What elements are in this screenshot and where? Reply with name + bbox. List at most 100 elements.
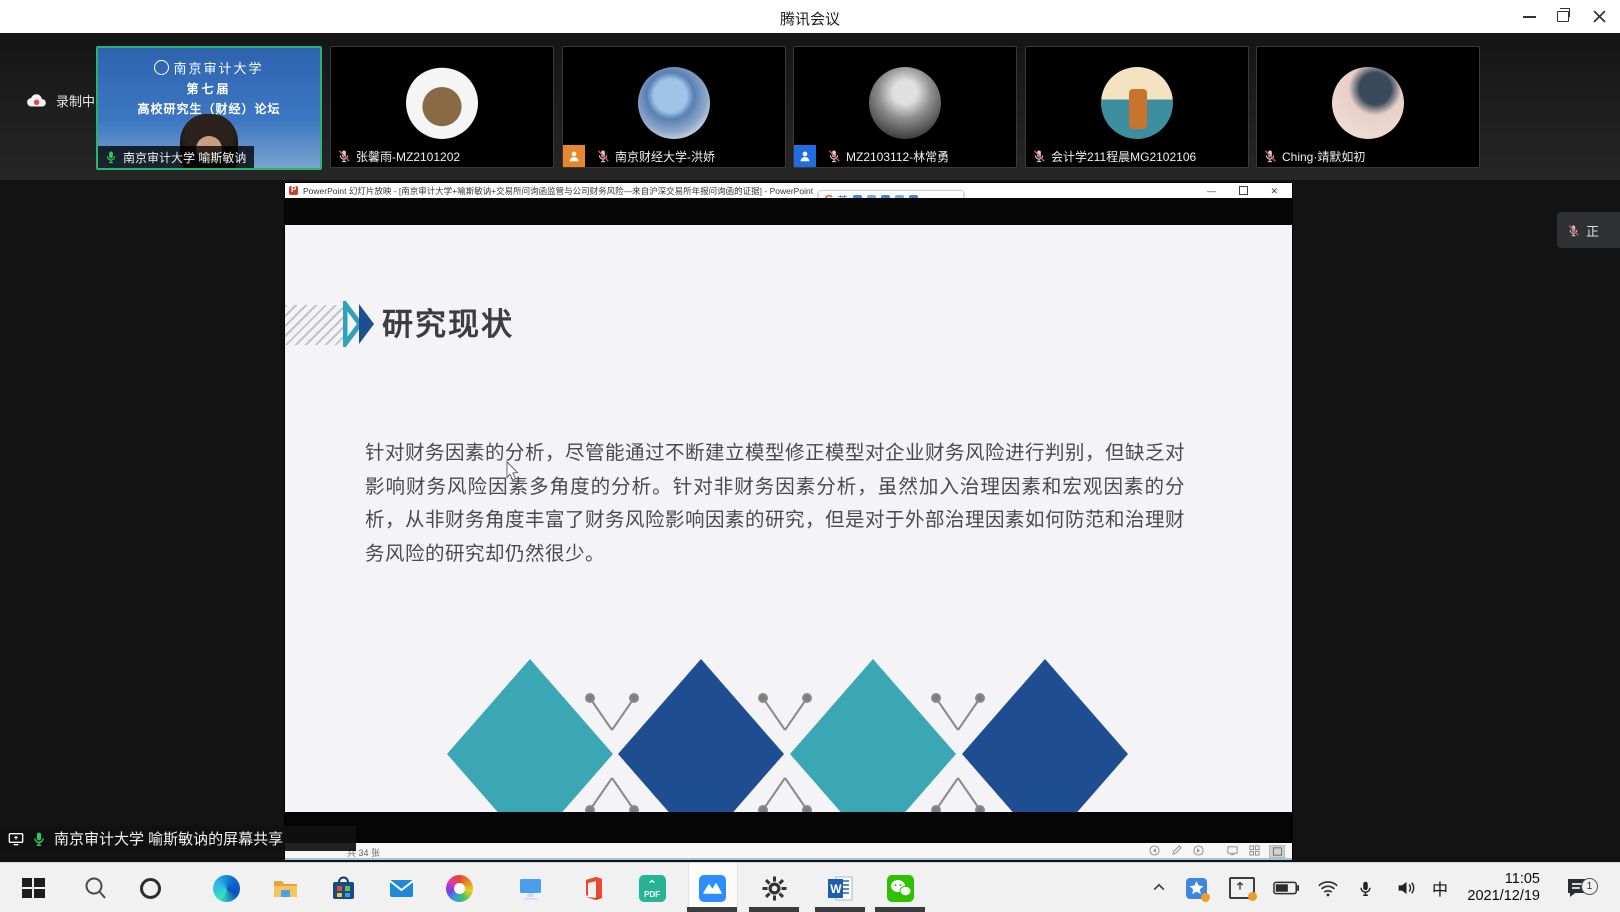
edge-icon	[213, 875, 240, 902]
minimize-button[interactable]	[1512, 0, 1546, 33]
slideshow-letterbox-top	[285, 198, 1292, 225]
tray-expand-button[interactable]	[1139, 863, 1179, 912]
participant-name: 会计学211程晨MG2102106	[1051, 148, 1196, 165]
ppt-close-button[interactable]: ✕	[1270, 186, 1278, 197]
clock-time: 11:05	[1415, 871, 1540, 888]
slide-line1: 第七届	[98, 80, 320, 97]
this-pc-button[interactable]	[506, 863, 554, 912]
pen-tool-button[interactable]	[1169, 845, 1183, 856]
diamond-connector-icon	[584, 690, 640, 818]
mic-muted-icon	[827, 149, 841, 163]
mic-muted-icon	[1567, 224, 1580, 237]
avatar	[869, 67, 941, 139]
clock[interactable]: 11:05 2021/12/19	[1415, 871, 1540, 905]
participant-name: 张馨雨-MZ2101202	[356, 148, 460, 165]
tray-screenshare-button[interactable]	[1222, 863, 1262, 912]
avatar	[406, 67, 478, 139]
next-slide-button[interactable]	[1191, 845, 1205, 856]
mail-icon	[388, 875, 415, 902]
mic-on-icon	[31, 831, 47, 847]
participant-tile[interactable]: MZ2103112-林常勇	[793, 46, 1017, 168]
office-button[interactable]	[568, 863, 616, 912]
diamond-connector-icon	[930, 690, 986, 818]
participant-name-bar: Ching·靖默如初	[1257, 145, 1373, 167]
cortana-icon	[137, 875, 164, 902]
participant-tile[interactable]: Ching·靖默如初	[1256, 46, 1480, 168]
mail-button[interactable]	[377, 863, 425, 912]
avatar	[638, 67, 710, 139]
settings-button[interactable]	[750, 863, 798, 912]
wechat-icon	[887, 875, 914, 902]
windows-taskbar: ⌃ PDF	[0, 862, 1620, 912]
close-button[interactable]	[1582, 0, 1616, 33]
powerpoint-icon	[289, 186, 298, 195]
screen-share-banner: 南京审计大学 喻斯敏讷的屏幕共享	[0, 826, 356, 851]
tencent-meeting-icon	[699, 875, 726, 902]
search-button[interactable]	[71, 863, 119, 912]
cortana-button[interactable]	[126, 863, 174, 912]
participant-tile[interactable]: 会计学211程晨MG2102106	[1025, 46, 1249, 168]
microsoft-store-button[interactable]	[319, 863, 367, 912]
app-titlebar: 腾讯会议	[0, 0, 1620, 34]
clock-date: 2021/12/19	[1415, 888, 1540, 905]
tray-app-icon	[1186, 878, 1207, 899]
zoom-slide-button[interactable]	[1269, 845, 1285, 858]
monitor-icon	[517, 875, 544, 902]
participant-tile[interactable]: 南京财经大学-洪娇	[562, 46, 786, 168]
slide-canvas: 研究现状 针对财务因素的分析，尽管能通过不断建立模型修正模型对企业财务风险进行判…	[285, 225, 1292, 812]
battery-icon	[1273, 881, 1299, 895]
mic-muted-icon	[1263, 149, 1277, 163]
recording-indicator: 录制中	[26, 91, 95, 110]
pdf-app-button[interactable]: ⌃ PDF	[628, 863, 676, 912]
ppt-restore-button[interactable]	[1239, 186, 1248, 195]
notification-center-button[interactable]: 1	[1556, 863, 1600, 912]
restore-button[interactable]	[1546, 0, 1580, 33]
mouse-cursor	[505, 461, 520, 483]
video-strip: 录制中 南京审计大学 第七届 高校研究生（财经）论坛 南京审计大学 喻斯敏讷	[0, 33, 1620, 180]
word-button[interactable]: W	[816, 863, 864, 912]
participant-name: MZ2103112-林常勇	[846, 148, 949, 165]
wifi-indicator[interactable]	[1308, 863, 1348, 912]
ppt-minimize-button[interactable]: —	[1207, 186, 1216, 196]
wechat-button[interactable]	[876, 863, 924, 912]
participant-tile-partial[interactable]: 正	[1557, 212, 1620, 248]
participant-name: 南京财经大学-洪娇	[615, 148, 715, 165]
wifi-icon	[1317, 880, 1339, 897]
participant-tile-presenter[interactable]: 南京审计大学 第七届 高校研究生（财经）论坛 南京审计大学 喻斯敏讷	[96, 46, 322, 170]
office-icon	[579, 875, 606, 902]
role-badge-icon	[563, 145, 585, 167]
battery-indicator[interactable]	[1266, 863, 1306, 912]
mic-muted-icon	[596, 149, 610, 163]
notification-icon: 1	[1566, 877, 1590, 899]
mic-icon	[1357, 879, 1374, 898]
participant-name-bar: 张馨雨-MZ2101202	[331, 145, 468, 167]
university-name: 南京审计大学	[173, 61, 263, 76]
presenter-view-button[interactable]	[1225, 845, 1239, 856]
participant-name-bar: MZ2103112-林常勇	[794, 145, 957, 167]
participant-name-bar: 南京财经大学-洪娇	[563, 145, 723, 167]
see-all-slides-button[interactable]	[1247, 845, 1261, 856]
file-explorer-button[interactable]	[261, 863, 309, 912]
shared-screen-area: 正 PowerPoint 幻灯片放映 - [南京审计大学+喻斯敏讷+交易所问询函…	[0, 180, 1620, 862]
pdf-icon: ⌃ PDF	[639, 875, 666, 902]
participant-name: Ching·靖默如初	[1282, 148, 1365, 165]
speaker-icon	[1396, 879, 1417, 897]
heading-hatch-decoration	[285, 305, 343, 345]
mic-muted-icon	[1032, 149, 1046, 163]
more-options-button[interactable]	[1291, 845, 1305, 856]
previous-slide-button[interactable]	[1147, 845, 1161, 856]
edge-browser-button[interactable]	[202, 863, 250, 912]
close-icon	[1593, 10, 1606, 23]
powerpoint-titlebar: PowerPoint 幻灯片放映 - [南京审计大学+喻斯敏讷+交易所问询函监管…	[285, 183, 1292, 198]
participant-name: 正	[1586, 221, 1599, 240]
slide-heading: 研究现状	[382, 299, 514, 344]
mic-indicator[interactable]	[1346, 863, 1384, 912]
participant-tile[interactable]: 张馨雨-MZ2101202	[330, 46, 554, 168]
tencent-meeting-button[interactable]	[688, 863, 736, 912]
browser-swirl-button[interactable]	[435, 863, 483, 912]
avatar	[1101, 67, 1173, 139]
windows-start-icon	[20, 875, 47, 902]
tray-meeting-app-button[interactable]	[1176, 863, 1216, 912]
recording-cloud-icon	[26, 93, 48, 109]
start-button[interactable]	[9, 863, 57, 912]
